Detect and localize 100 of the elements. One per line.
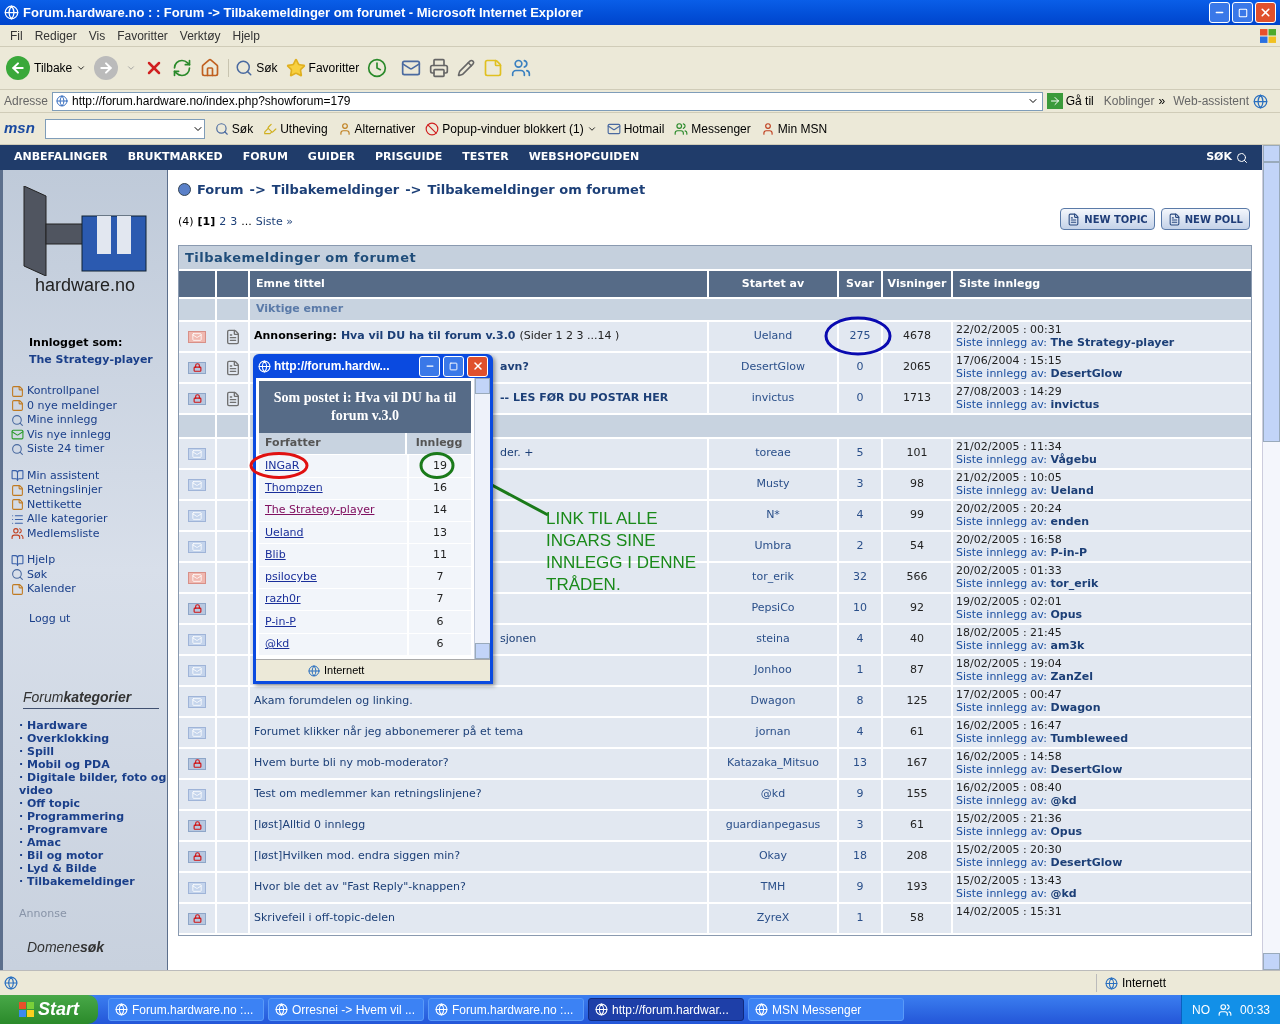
topic-link[interactable]: Skrivefeil i off-topic-delen <box>254 910 395 927</box>
popup-scrollbar[interactable] <box>474 378 490 659</box>
hotmail-button[interactable]: Hotmail <box>606 119 665 138</box>
category-link[interactable]: · Hardware <box>19 719 167 732</box>
sidebar-link[interactable]: Nettikette <box>11 497 167 512</box>
topic-link[interactable]: der. + <box>500 445 534 462</box>
sidebar-link[interactable]: Kalender <box>11 582 167 597</box>
sidebar-link[interactable]: Kontrollpanel <box>11 384 167 399</box>
author-link[interactable]: Ueland <box>265 524 304 542</box>
menu-item[interactable]: Favoritter <box>111 26 174 45</box>
starter-link[interactable]: invictus <box>751 390 795 407</box>
starter-link[interactable]: @kd <box>760 786 786 803</box>
author-link[interactable]: The Strategy-player <box>265 502 375 519</box>
breadcrumb-link[interactable]: Tilbakemeldinger <box>271 180 400 200</box>
nav-link[interactable]: BRUKTMARKED <box>127 149 223 166</box>
menu-item[interactable]: Fil <box>4 26 29 45</box>
page-link[interactable]: 2 <box>219 213 227 230</box>
author-link[interactable]: Thompzen <box>265 479 323 497</box>
close-button[interactable] <box>467 355 488 377</box>
options-button[interactable]: Alternativer <box>337 119 416 138</box>
topic-link[interactable]: avn? <box>500 359 529 376</box>
sidebar-link[interactable]: Retningslinjer <box>11 483 167 498</box>
msn-search-field[interactable] <box>44 118 205 139</box>
topic-link[interactable]: -- LES FØR DU POSTAR HER <box>500 390 669 407</box>
forum-action-button[interactable]: NEW TOPIC <box>1060 208 1155 230</box>
sidebar-link[interactable]: Hjelp <box>11 553 167 568</box>
home-icon[interactable] <box>200 58 221 78</box>
category-link[interactable]: · Bil og motor <box>19 849 167 862</box>
starter-link[interactable]: Katazaka_Mitsuo <box>726 755 819 772</box>
minimize-button[interactable] <box>419 355 440 377</box>
category-link[interactable]: · Mobil og PDA <box>19 758 167 771</box>
sidebar-link[interactable]: Min assistent <box>11 468 167 483</box>
sidebar-link[interactable]: 0 nye meldinger <box>11 398 167 413</box>
starter-link[interactable]: guardianpegasus <box>725 817 821 834</box>
topic-link[interactable]: [løst]Alltid 0 innlegg <box>254 817 366 834</box>
maximize-button[interactable] <box>443 355 464 377</box>
nav-link[interactable]: GUIDER <box>307 149 356 166</box>
history-icon[interactable] <box>367 58 388 78</box>
messenger-icon[interactable] <box>511 58 532 78</box>
mail-icon[interactable] <box>401 58 422 78</box>
address-field[interactable]: http://forum.hardware.no/index.php?showforum=179 <box>52 91 1043 111</box>
msn-logo[interactable]: msn <box>4 117 35 140</box>
starter-link[interactable]: Ueland <box>753 328 793 345</box>
category-link[interactable]: · Amac <box>19 836 167 849</box>
print-icon[interactable] <box>429 58 450 78</box>
taskbar-item[interactable]: Orresnei -> Hvem vil ... <box>268 998 424 1021</box>
starter-link[interactable]: ZyreX <box>756 910 790 927</box>
topic-link[interactable]: [løst]Hvilken mod. endra siggen min? <box>254 848 460 865</box>
nav-link[interactable]: WEBSHOPGUIDEN <box>528 149 640 166</box>
menu-item[interactable]: Rediger <box>28 26 83 45</box>
sidebar-link[interactable]: Mine innlegg <box>11 413 167 428</box>
topic-link[interactable]: Hva vil DU ha til forum v.3.0 <box>340 328 516 345</box>
category-link[interactable]: · Overklokking <box>19 732 167 745</box>
close-button[interactable] <box>1255 2 1276 23</box>
topic-link[interactable]: Test om medlemmer kan retningslinjene? <box>254 786 482 803</box>
topic-link[interactable]: Hvem burte bli ny mob-moderator? <box>254 755 449 772</box>
breadcrumb-link[interactable]: -> <box>405 180 422 200</box>
starter-link[interactable]: DesertGlow <box>741 359 805 376</box>
taskbar-item[interactable]: MSN Messenger <box>748 998 904 1021</box>
starter-link[interactable]: Musty <box>756 476 790 493</box>
starter-link[interactable]: Jonhoo <box>754 662 792 679</box>
menu-item[interactable]: Hjelp <box>226 26 266 45</box>
category-link[interactable]: · Off topic <box>19 797 167 810</box>
starter-link[interactable]: Okay <box>758 848 788 865</box>
topic-link[interactable]: Hvor ble det av "Fast Reply"-knappen? <box>254 879 466 896</box>
nav-link[interactable]: FORUM <box>242 149 288 166</box>
sidebar-link[interactable]: Vis nye innlegg <box>11 427 167 442</box>
sidebar-link[interactable]: Medlemsliste <box>11 526 167 541</box>
starter-link[interactable]: toreae <box>755 445 791 462</box>
starter-link[interactable]: steina <box>756 631 790 648</box>
taskbar-item[interactable]: Forum.hardware.no :... <box>108 998 264 1021</box>
favorites-button[interactable]: Favoritter <box>285 58 360 78</box>
refresh-icon[interactable] <box>172 58 193 78</box>
author-link[interactable]: @kd <box>265 636 290 653</box>
author-link[interactable]: razh0r <box>265 591 301 608</box>
breadcrumb-link[interactable]: Forum <box>197 180 244 200</box>
go-button[interactable]: Gå til <box>1046 92 1094 110</box>
forum-action-button[interactable]: NEW POLL <box>1160 208 1250 230</box>
author-link[interactable]: P-in-P <box>265 613 296 631</box>
my-msn-button[interactable]: Min MSN <box>760 119 828 138</box>
starter-link[interactable]: PepsiCo <box>751 600 795 617</box>
starter-link[interactable]: Umbra <box>754 538 792 555</box>
sidebar-link[interactable]: Alle kategorier <box>11 512 167 527</box>
sidebar-link[interactable]: Siste 24 timer <box>11 442 167 457</box>
category-link[interactable]: · Spill <box>19 745 167 758</box>
nav-link[interactable]: PRISGUIDE <box>375 149 443 166</box>
topic-link[interactable]: Akam forumdelen og linking. <box>254 693 413 710</box>
starter-link[interactable]: tor_erik <box>752 569 794 586</box>
breadcrumb-link[interactable]: -> <box>249 180 266 200</box>
msn-search-button[interactable]: Søk <box>214 119 254 138</box>
page-link[interactable]: 3 <box>230 213 238 230</box>
category-link[interactable]: · Programmering <box>19 810 167 823</box>
starter-link[interactable]: TMH <box>760 879 786 896</box>
starter-link[interactable]: N* <box>766 507 780 524</box>
topic-link[interactable]: sjonen <box>500 631 537 648</box>
breadcrumb-link[interactable]: Tilbakemeldinger om forumet <box>427 180 646 200</box>
taskbar-item[interactable]: Forum.hardware.no :... <box>428 998 584 1021</box>
tray-icon[interactable] <box>1217 1002 1232 1017</box>
page-link[interactable]: [1] <box>197 213 216 230</box>
page-scrollbar[interactable] <box>1262 145 1280 970</box>
